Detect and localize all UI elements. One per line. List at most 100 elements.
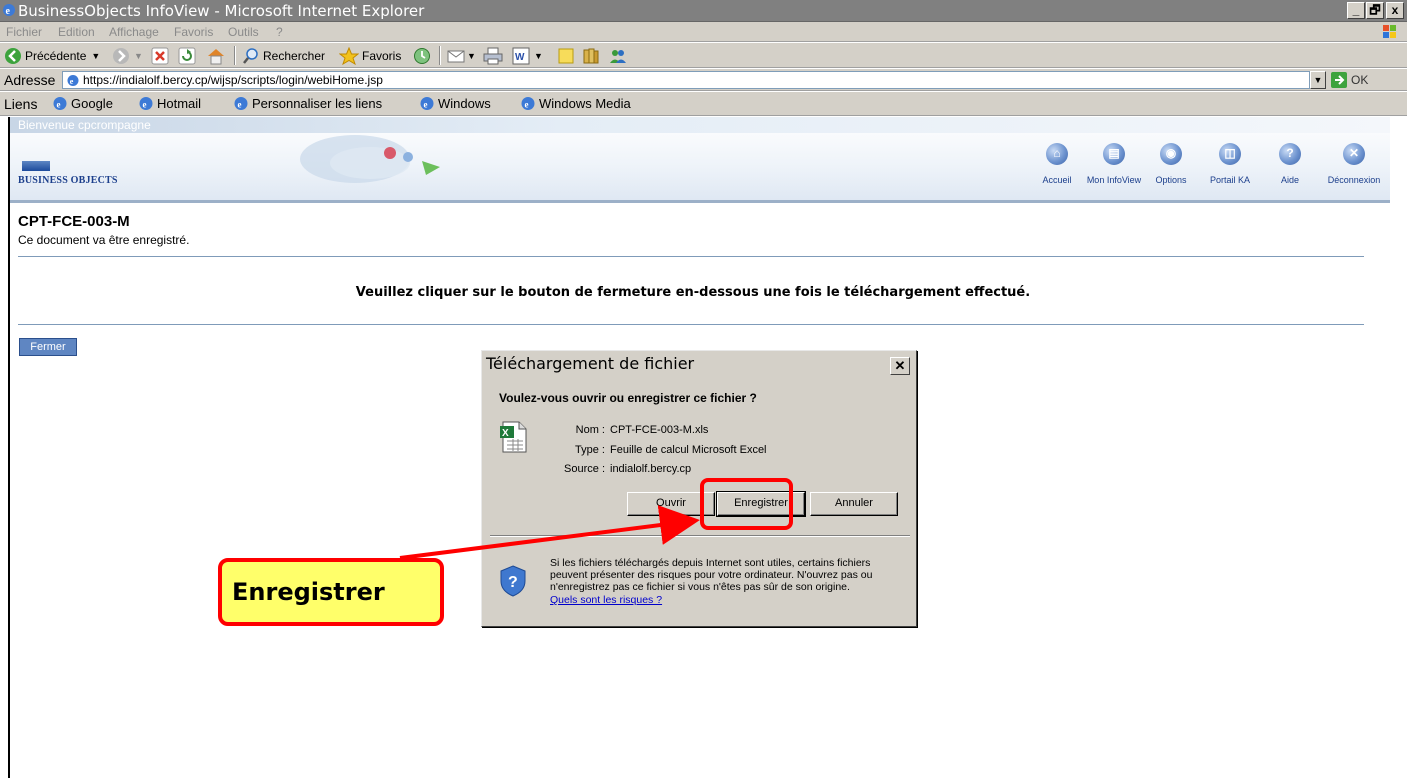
windows-logo-icon <box>1383 25 1396 38</box>
menu-fichier[interactable]: Fichier <box>6 25 42 39</box>
research-button[interactable] <box>582 46 600 65</box>
nav-label: Aide <box>1280 175 1299 185</box>
bo-nav: ⌂ Accueil ▤ Mon InfoView ◉ Options ◫ Por… <box>1032 143 1390 193</box>
source-value: indialolf.bercy.cp <box>610 463 692 475</box>
favorites-button[interactable]: Favoris <box>339 46 401 65</box>
address-input[interactable]: e https://indialolf.bercy.cp/wijsp/scrip… <box>62 71 1310 89</box>
search-icon <box>243 47 258 64</box>
ie-page-icon: e <box>53 97 67 110</box>
books-icon <box>583 48 599 63</box>
history-button[interactable] <box>413 46 431 65</box>
stop-button[interactable] <box>151 46 169 65</box>
menu-edition[interactable]: Edition <box>58 25 95 39</box>
ie-page-icon: e <box>139 97 153 110</box>
messenger-button[interactable] <box>608 46 628 65</box>
dialog-close-button[interactable]: ✕ <box>890 357 910 375</box>
notes-button[interactable] <box>557 46 575 65</box>
nav-label: Mon InfoView <box>1086 175 1142 185</box>
edit-dropdown-icon[interactable]: ▼ <box>534 51 543 61</box>
link-windows-media[interactable]: e Windows Media <box>520 96 631 111</box>
maximize-button[interactable]: 🗗 <box>1366 2 1384 19</box>
nav-deconnexion[interactable]: ✕ Déconnexion <box>1316 143 1390 185</box>
search-button[interactable]: Rechercher <box>242 46 325 65</box>
fermer-button[interactable]: Fermer <box>19 338 77 356</box>
menu-help[interactable]: ? <box>276 25 283 39</box>
history-icon <box>414 47 430 64</box>
page-subtitle: Ce document va être enregistré. <box>18 233 190 247</box>
forward-dropdown-icon[interactable]: ▼ <box>134 51 143 61</box>
address-dropdown-icon[interactable]: ▼ <box>1310 71 1326 89</box>
minimize-button[interactable]: _ <box>1347 2 1365 19</box>
link-windows[interactable]: e Windows <box>419 96 491 111</box>
nav-options[interactable]: ◉ Options <box>1146 143 1196 185</box>
svg-text:e: e <box>424 100 428 110</box>
link-personnaliser[interactable]: e Personnaliser les liens <box>233 96 382 111</box>
infoview-icon: ▤ <box>1103 143 1125 165</box>
home-icon: ⌂ <box>1046 143 1068 165</box>
ie-icon: e <box>3 4 15 17</box>
file-download-dialog: Téléchargement de fichier ✕ Voulez-vous … <box>481 350 917 627</box>
menu-outils[interactable]: Outils <box>228 25 259 39</box>
menu-affichage[interactable]: Affichage <box>109 25 159 39</box>
security-warning: Si les fichiers téléchargés depuis Inter… <box>550 557 873 593</box>
back-arrow-icon <box>5 47 21 64</box>
back-dropdown-icon[interactable]: ▼ <box>91 51 100 61</box>
links-label: Liens <box>4 96 38 112</box>
svg-text:e: e <box>6 6 11 17</box>
risk-link[interactable]: Quels sont les risques ? <box>550 594 662 606</box>
menu-bar: Fichier Edition Affichage Favoris Outils… <box>0 22 1407 42</box>
print-button[interactable] <box>483 46 503 65</box>
forward-button[interactable]: ▼ <box>112 46 143 65</box>
callout-box: Enregistrer <box>218 558 444 626</box>
highlight-box <box>700 478 793 530</box>
link-label: Hotmail <box>157 96 202 111</box>
nav-accueil[interactable]: ⌂ Accueil <box>1032 143 1082 185</box>
cancel-button[interactable]: Annuler <box>810 492 898 516</box>
window-title: BusinessObjects InfoView - Microsoft Int… <box>18 2 425 20</box>
help-icon: ? <box>1279 143 1301 165</box>
menu-favoris[interactable]: Favoris <box>174 25 213 39</box>
go-button[interactable]: OK <box>1331 71 1368 89</box>
edit-word-button[interactable]: W ▼ <box>512 46 543 65</box>
dialog-question: Voulez-vous ouvrir ou enregistrer ce fic… <box>499 391 757 405</box>
bo-header: Bienvenue cpcrompagne BUSINESS OBJECTS ⌂… <box>10 117 1390 203</box>
svg-text:e: e <box>70 77 74 86</box>
nav-label: Déconnexion <box>1327 175 1381 185</box>
svg-text:e: e <box>143 100 147 110</box>
word-icon: W <box>512 47 530 64</box>
instruction-text: Veuillez cliquer sur le bouton de fermet… <box>355 285 1031 300</box>
svg-text:X: X <box>502 428 509 439</box>
mail-dropdown-icon[interactable]: ▼ <box>467 51 476 61</box>
mail-button[interactable]: ▼ <box>447 46 476 65</box>
link-hotmail[interactable]: e Hotmail <box>138 96 201 111</box>
link-label: Windows <box>438 96 491 111</box>
welcome-bar: Bienvenue cpcrompagne <box>10 117 1390 133</box>
decorative-swirl-icon <box>300 135 440 183</box>
link-google[interactable]: e Google <box>52 96 113 111</box>
address-url: https://indialolf.bercy.cp/wijsp/scripts… <box>83 73 383 87</box>
nav-label: Options <box>1155 175 1187 185</box>
close-window-button[interactable]: x <box>1386 2 1404 19</box>
address-label: Adresse <box>4 72 56 88</box>
portal-icon: ◫ <box>1219 143 1241 165</box>
nav-aide[interactable]: ? Aide <box>1270 143 1310 185</box>
dialog-title-bar: Téléchargement de fichier ✕ <box>484 353 914 375</box>
link-label: Google <box>71 96 113 111</box>
welcome-text: Bienvenue cpcrompagne <box>18 118 151 132</box>
source-key: Source : <box>564 463 605 475</box>
nav-portail-ka[interactable]: ◫ Portail KA <box>1198 143 1262 185</box>
back-button[interactable]: Précédente ▼ <box>4 46 100 65</box>
svg-text:e: e <box>57 100 61 110</box>
refresh-button[interactable] <box>178 46 196 65</box>
refresh-icon <box>178 47 196 64</box>
favorites-label: Favoris <box>362 48 402 63</box>
page-title: CPT-FCE-003-M <box>18 213 130 230</box>
ie-page-icon: e <box>521 97 535 110</box>
toolbar-separator <box>439 46 441 65</box>
links-bar: Liens e Google e Hotmail e Personnaliser… <box>0 92 1407 116</box>
svg-text:W: W <box>515 52 525 63</box>
nav-mon-infoview[interactable]: ▤ Mon InfoView <box>1082 143 1146 185</box>
ie-page-icon: e <box>234 97 248 110</box>
link-label: Windows Media <box>539 96 631 111</box>
home-button[interactable] <box>206 46 226 65</box>
